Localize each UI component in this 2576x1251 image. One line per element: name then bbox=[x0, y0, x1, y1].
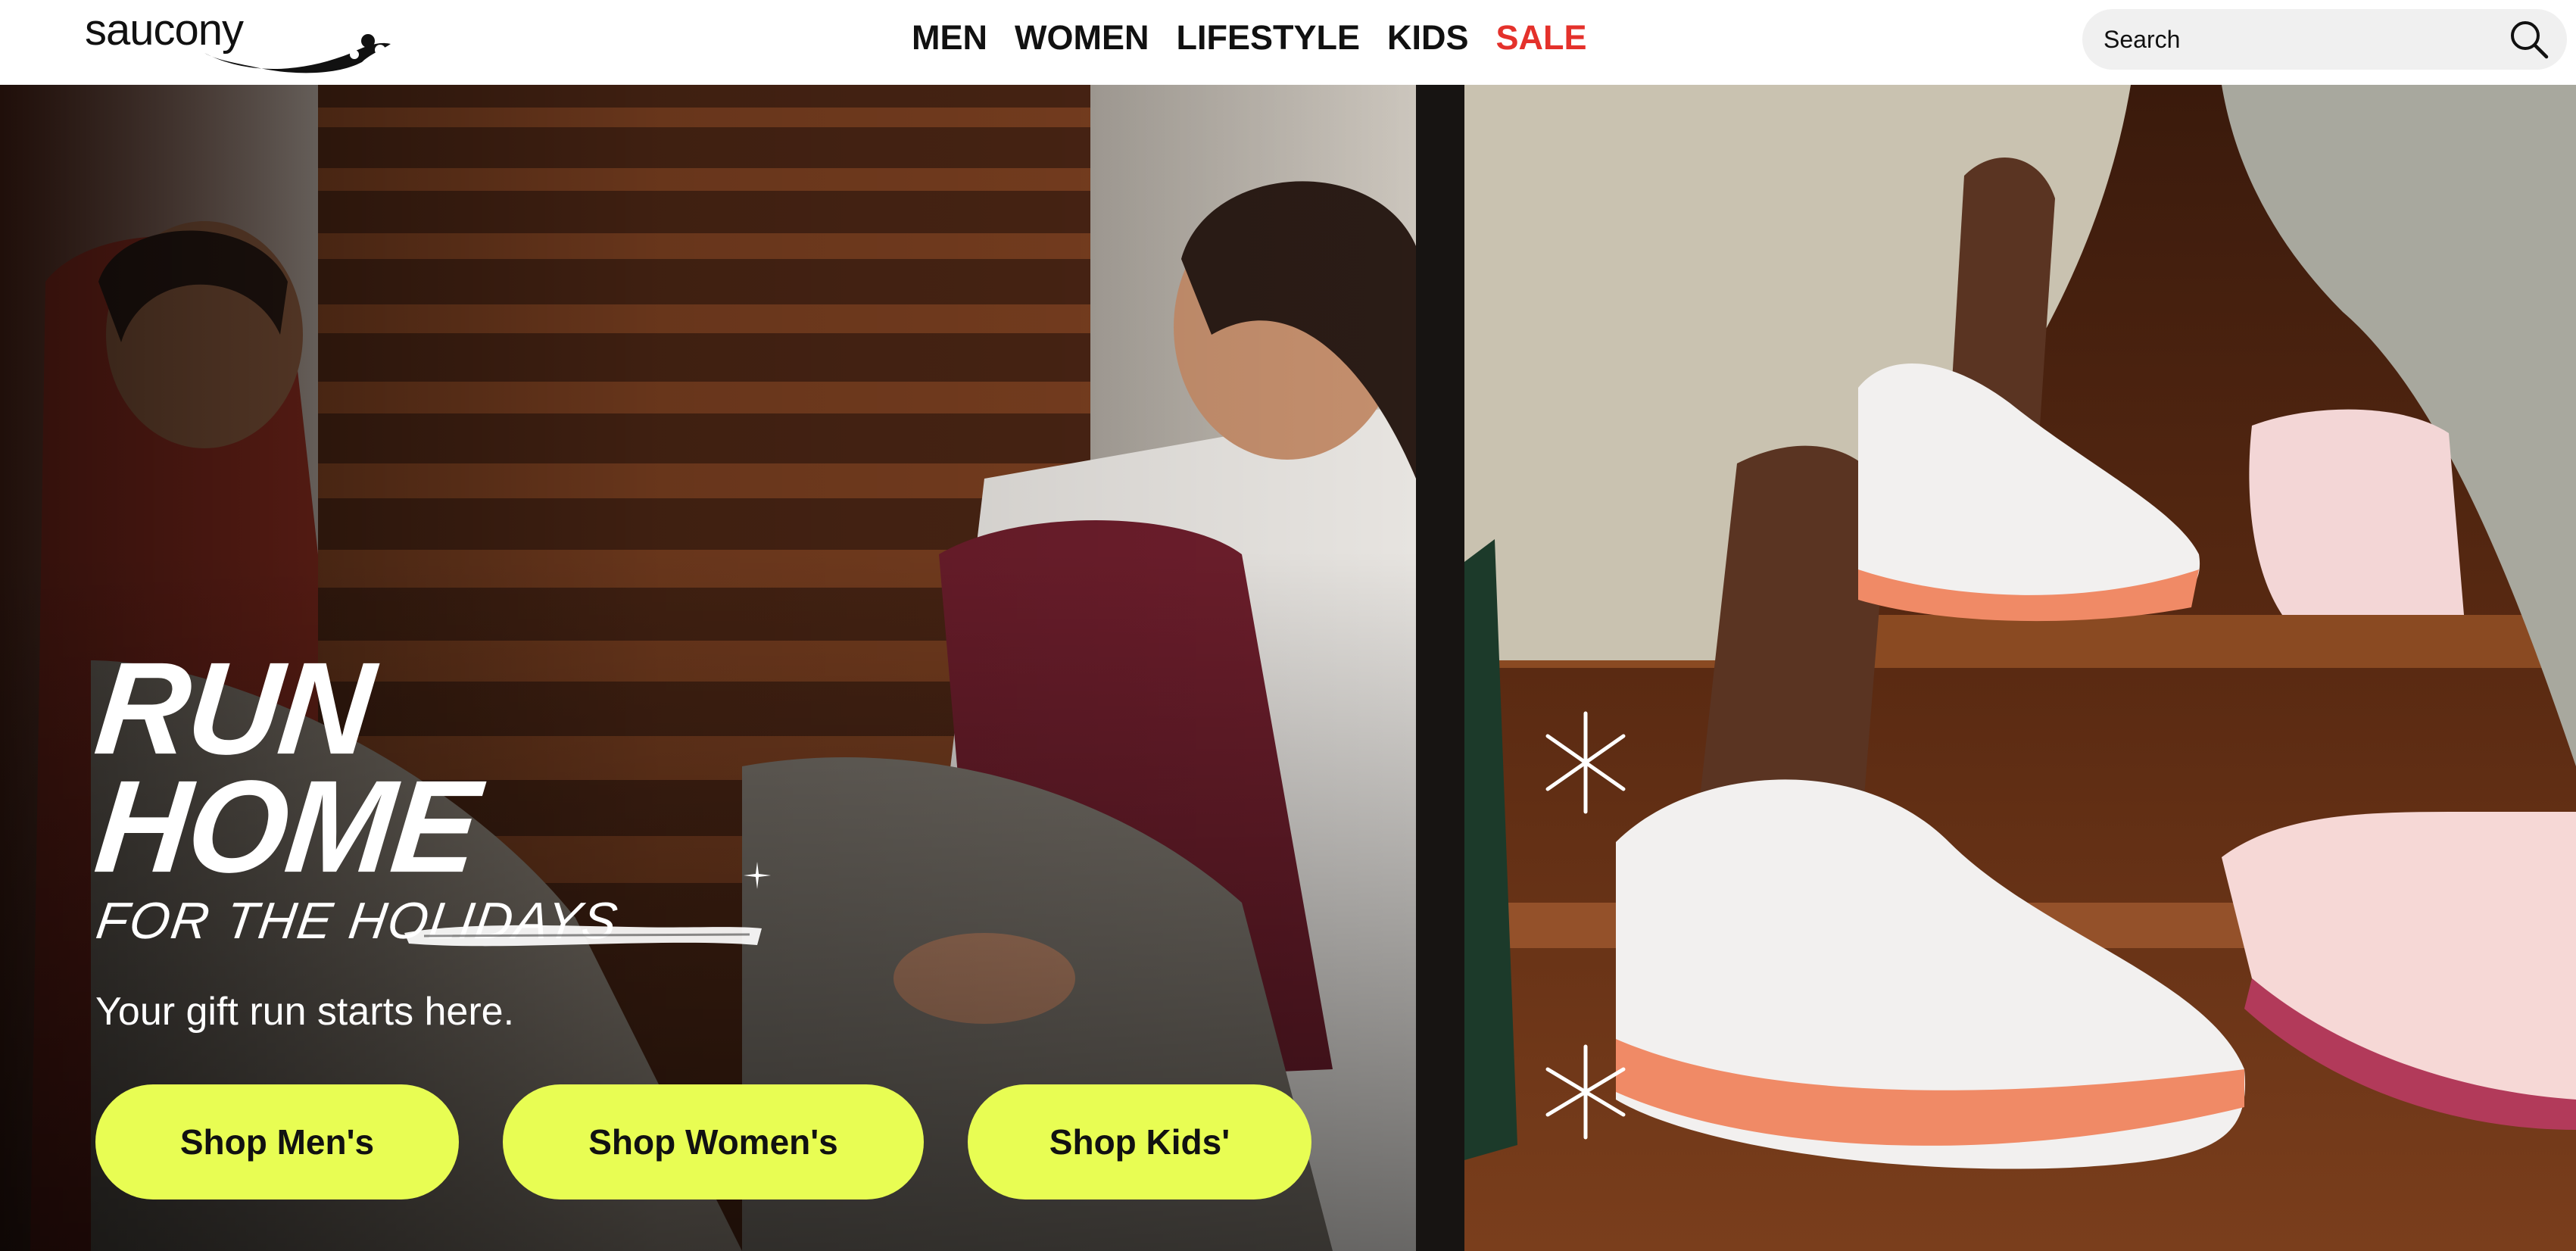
nav-women[interactable]: WOMEN bbox=[1015, 18, 1149, 58]
sparkle-icon bbox=[744, 862, 771, 889]
shop-kids-button[interactable]: Shop Kids' bbox=[968, 1084, 1311, 1200]
hero-image-left: RUN HOME FOR THE HOLIDAYS Your gift run … bbox=[0, 85, 1464, 1251]
headline-run: RUN bbox=[89, 635, 379, 782]
hero-photo-sneakers bbox=[1464, 85, 2576, 1251]
site-header: saucony MEN WOMEN LIFESTYLE KIDS SALE bbox=[0, 0, 2576, 85]
hero-divider bbox=[1416, 85, 1464, 1251]
hero-tagline: Your gift run starts here. bbox=[95, 990, 515, 1034]
hero-headline: RUN HOME FOR THE HOLIDAYS bbox=[89, 635, 622, 950]
nav-lifestyle[interactable]: LIFESTYLE bbox=[1176, 18, 1360, 58]
brush-stroke-decoration bbox=[404, 925, 762, 947]
nav-men[interactable]: MEN bbox=[912, 18, 987, 58]
headline-home: HOME bbox=[89, 753, 485, 901]
page: saucony MEN WOMEN LIFESTYLE KIDS SALE Se… bbox=[0, 0, 2576, 1251]
shop-mens-button[interactable]: Shop Men's bbox=[95, 1084, 459, 1200]
main-nav: MEN WOMEN LIFESTYLE KIDS SALE bbox=[912, 14, 1614, 62]
search-box bbox=[2082, 9, 2567, 70]
nav-sale[interactable]: SALE bbox=[1496, 18, 1587, 58]
brand-logo[interactable]: saucony bbox=[82, 5, 391, 73]
nav-kids[interactable]: KIDS bbox=[1387, 18, 1469, 58]
hero-image-right bbox=[1464, 85, 2576, 1251]
search-icon[interactable] bbox=[2508, 18, 2550, 61]
shop-womens-button[interactable]: Shop Women's bbox=[503, 1084, 924, 1200]
search-input[interactable] bbox=[2104, 9, 2497, 70]
brand-swoosh-icon bbox=[204, 34, 391, 73]
